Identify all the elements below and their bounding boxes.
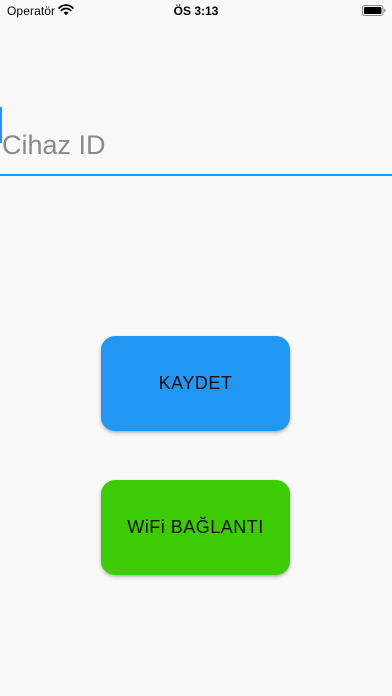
- wifi-connection-button[interactable]: WiFi BAĞLANTI: [101, 480, 290, 575]
- device-id-input[interactable]: [0, 105, 392, 175]
- status-time: ÖS 3:13: [173, 4, 219, 18]
- status-bar: Operatör ÖS 3:13: [0, 0, 392, 22]
- device-id-field[interactable]: [0, 105, 392, 177]
- field-underline: [0, 174, 392, 176]
- save-button[interactable]: KAYDET: [101, 336, 290, 431]
- battery-icon: [362, 5, 386, 16]
- text-cursor: [0, 107, 2, 143]
